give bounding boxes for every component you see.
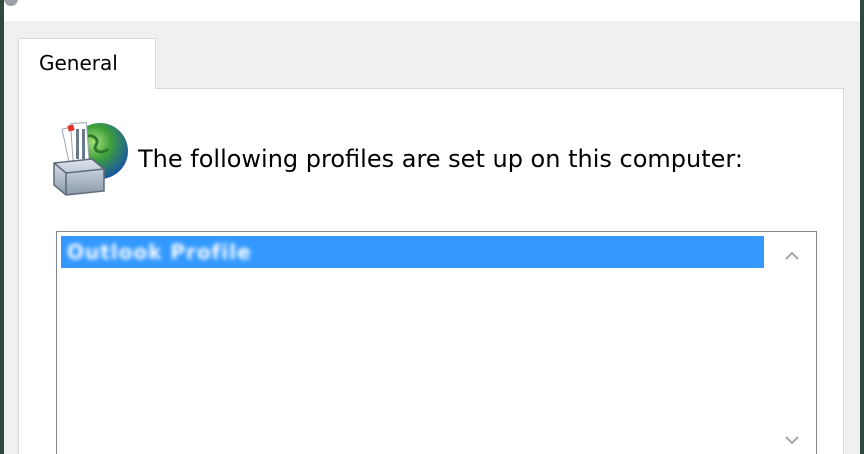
profile-list-item[interactable]: Outlook Profile <box>61 236 764 268</box>
profiles-heading: The following profiles are set up on thi… <box>138 145 743 173</box>
profiles-listbox[interactable]: Outlook Profile <box>56 231 817 454</box>
app-icon <box>4 0 18 6</box>
profile-name: Outlook Profile <box>67 240 252 264</box>
mail-profiles-icon <box>53 122 128 196</box>
chevron-down-icon[interactable] <box>783 431 801 449</box>
chevron-up-icon[interactable] <box>783 247 801 265</box>
vertical-scrollbar[interactable] <box>769 233 815 454</box>
tab-general-label: General <box>39 51 118 75</box>
mail-profiles-dialog: General The following profiles are set u… <box>4 0 860 454</box>
tab-general[interactable]: General <box>18 38 156 89</box>
title-bar <box>4 0 860 21</box>
